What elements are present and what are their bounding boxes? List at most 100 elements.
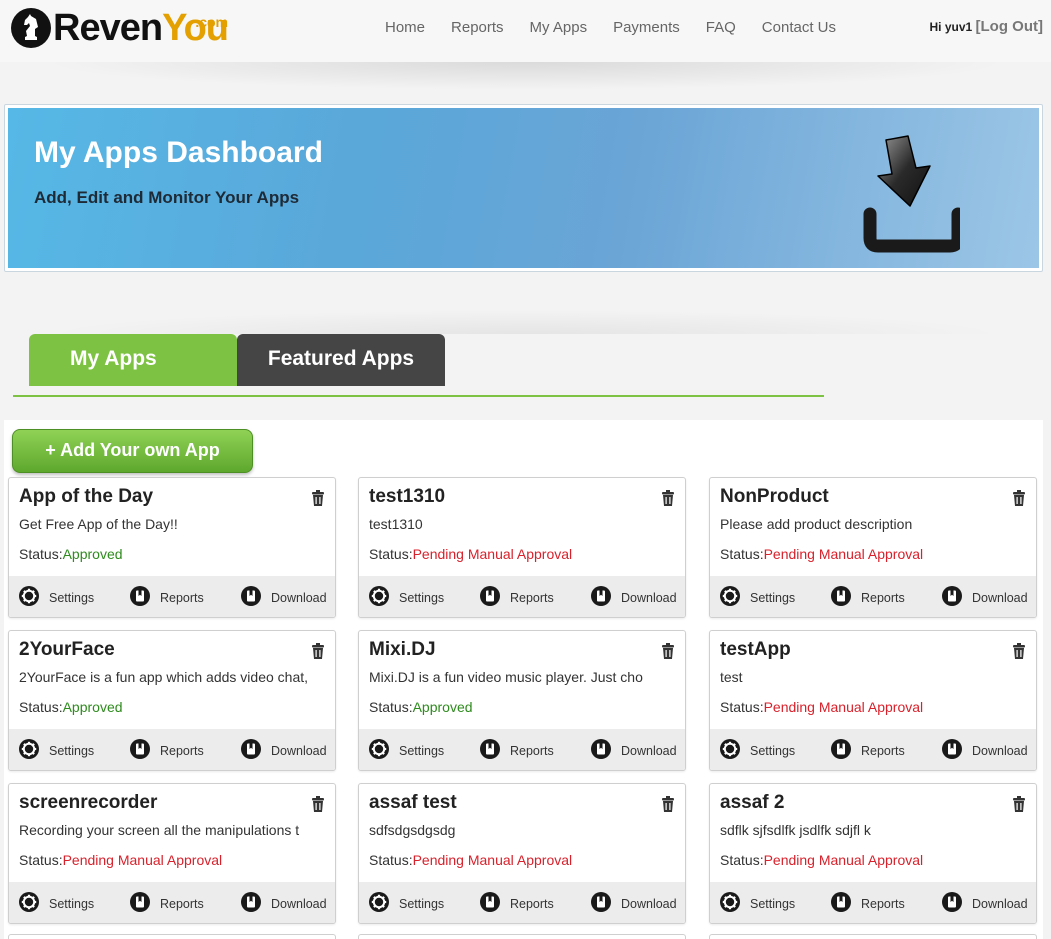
reports-button[interactable]: Reports <box>130 892 204 915</box>
app-description: Recording your screen all the manipulati… <box>19 822 300 838</box>
book-icon <box>591 739 621 762</box>
trash-icon[interactable] <box>661 796 675 813</box>
reports-button[interactable]: Reports <box>130 739 204 762</box>
trash-icon[interactable] <box>311 796 325 813</box>
reports-button[interactable]: Reports <box>831 739 905 762</box>
page-subtitle: Add, Edit and Monitor Your Apps <box>34 188 300 207</box>
app-name[interactable]: NonProduct <box>720 486 829 508</box>
nav-home[interactable]: Home <box>385 19 425 36</box>
book-icon <box>831 739 861 762</box>
download-button[interactable]: Download <box>591 586 677 609</box>
status-value: Approved <box>412 699 473 715</box>
settings-label: Settings <box>49 896 95 911</box>
brand-name-part1: Reven <box>53 7 163 49</box>
book-icon <box>831 586 861 609</box>
download-label: Download <box>972 896 1028 911</box>
header-shadow <box>40 62 1011 90</box>
reports-button[interactable]: Reports <box>480 892 554 915</box>
app-name[interactable]: 2YourFace <box>19 639 115 661</box>
site-header: RevenYou .com Home Reports My Apps Payme… <box>0 0 1051 62</box>
settings-button[interactable]: Settings <box>369 739 444 762</box>
status-value: Pending Manual Approval <box>763 699 924 715</box>
add-app-button[interactable]: + Add Your own App <box>12 429 253 473</box>
app-name[interactable]: assaf 2 <box>720 792 784 814</box>
settings-button[interactable]: Settings <box>720 892 795 915</box>
app-name[interactable]: test1310 <box>369 486 445 508</box>
status-value: Pending Manual Approval <box>412 546 573 562</box>
settings-label: Settings <box>750 590 796 605</box>
reports-label: Reports <box>160 743 204 758</box>
app-status: Status:Pending Manual Approval <box>369 852 572 868</box>
download-button[interactable]: Download <box>942 739 1028 762</box>
nav-reports[interactable]: Reports <box>451 19 504 36</box>
download-button[interactable]: Download <box>241 739 327 762</box>
book-icon <box>480 892 510 915</box>
reports-button[interactable]: Reports <box>831 586 905 609</box>
trash-icon[interactable] <box>1012 796 1026 813</box>
app-description: Mixi.DJ is a fun video music player. Jus… <box>369 669 643 685</box>
settings-button[interactable]: Settings <box>369 892 444 915</box>
nav-faq[interactable]: FAQ <box>706 19 736 36</box>
app-name[interactable]: Mixi.DJ <box>369 639 436 661</box>
book-icon <box>831 892 861 915</box>
book-icon <box>942 892 972 915</box>
gear-icon <box>369 892 399 915</box>
settings-button[interactable]: Settings <box>369 586 444 609</box>
section-shadow <box>40 310 1011 334</box>
trash-icon[interactable] <box>311 643 325 660</box>
trash-icon[interactable] <box>311 490 325 507</box>
app-name[interactable]: testApp <box>720 639 791 661</box>
app-card-partial <box>709 934 1037 939</box>
reports-label: Reports <box>861 590 905 605</box>
logo[interactable]: RevenYou .com <box>10 6 229 50</box>
app-status: Status:Approved <box>19 699 123 715</box>
settings-label: Settings <box>49 590 95 605</box>
nav-my-apps[interactable]: My Apps <box>530 19 588 36</box>
reports-button[interactable]: Reports <box>831 892 905 915</box>
download-button[interactable]: Download <box>241 586 327 609</box>
app-name[interactable]: screenrecorder <box>19 792 157 814</box>
reports-button[interactable]: Reports <box>480 586 554 609</box>
status-label: Status: <box>720 699 764 715</box>
settings-button[interactable]: Settings <box>19 586 94 609</box>
status-value: Pending Manual Approval <box>412 852 573 868</box>
app-name[interactable]: App of the Day <box>19 486 153 508</box>
gear-icon <box>19 586 49 609</box>
reports-label: Reports <box>510 590 554 605</box>
app-status: Status:Pending Manual Approval <box>720 546 923 562</box>
download-button[interactable]: Download <box>591 892 677 915</box>
settings-button[interactable]: Settings <box>19 739 94 762</box>
reports-button[interactable]: Reports <box>480 739 554 762</box>
download-button[interactable]: Download <box>241 892 327 915</box>
download-button[interactable]: Download <box>942 586 1028 609</box>
app-name[interactable]: assaf test <box>369 792 457 814</box>
app-card: assaf test sdfsdgsdgsdg Status:Pending Man… <box>358 783 686 924</box>
nav-payments[interactable]: Payments <box>613 19 680 36</box>
logout-link[interactable]: [Log Out] <box>976 18 1043 35</box>
trash-icon[interactable] <box>661 490 675 507</box>
gear-icon <box>19 892 49 915</box>
reports-label: Reports <box>160 896 204 911</box>
status-value: Pending Manual Approval <box>763 546 924 562</box>
download-button[interactable]: Download <box>942 892 1028 915</box>
settings-label: Settings <box>750 896 796 911</box>
settings-button[interactable]: Settings <box>19 892 94 915</box>
app-description: Please add product description <box>720 516 913 532</box>
settings-label: Settings <box>399 590 445 605</box>
nav-contact-us[interactable]: Contact Us <box>762 19 836 36</box>
download-label: Download <box>621 743 677 758</box>
trash-icon[interactable] <box>661 643 675 660</box>
tab-featured-apps[interactable]: Featured Apps <box>237 334 445 386</box>
settings-button[interactable]: Settings <box>720 739 795 762</box>
app-card: App of the Day Get Free App of the Day!! S… <box>8 477 336 618</box>
app-status: Status:Pending Manual Approval <box>720 699 923 715</box>
tab-my-apps[interactable]: My Apps <box>29 334 237 386</box>
trash-icon[interactable] <box>1012 490 1026 507</box>
reports-button[interactable]: Reports <box>130 586 204 609</box>
download-button[interactable]: Download <box>591 739 677 762</box>
page-title: My Apps Dashboard <box>34 136 323 169</box>
app-status: Status:Pending Manual Approval <box>19 852 222 868</box>
trash-icon[interactable] <box>1012 643 1026 660</box>
settings-button[interactable]: Settings <box>720 586 795 609</box>
app-card: testApp test Status:Pending Manual Approva… <box>709 630 1037 771</box>
